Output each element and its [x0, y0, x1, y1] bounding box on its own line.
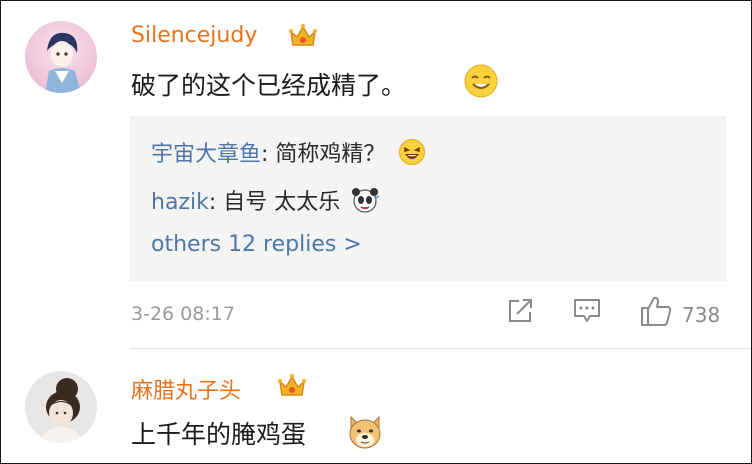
smile-emoji [464, 64, 498, 98]
comment-text: 破了的这个已经成精了。 [131, 71, 407, 100]
doge-emoji [349, 415, 381, 449]
reply-item[interactable]: hazik: 自号 太太乐 [151, 184, 381, 216]
more-replies-link[interactable]: others 12 replies > [151, 232, 362, 257]
like-count: 738 [682, 303, 721, 327]
comment-text: 上千年的腌鸡蛋 [131, 420, 307, 449]
share-icon[interactable] [505, 296, 535, 326]
reply-username[interactable]: 宇宙大章鱼 [151, 142, 261, 167]
reply-username[interactable]: hazik [151, 190, 209, 215]
laugh-emoji [399, 139, 426, 165]
reply-text: 自号 太太乐 [223, 190, 341, 215]
reply-item[interactable]: 宇宙大章鱼: 简称鸡精？ [151, 136, 426, 168]
crown-icon [278, 374, 306, 396]
comment-timestamp: 3-26 08:17 [131, 303, 235, 325]
comment-icon[interactable] [571, 296, 603, 326]
username[interactable]: Silencejudy [131, 23, 257, 48]
comment-feed: Silencejudy 破了的这个已经成精了。 宇宙大章鱼: 简称鸡精？ haz… [0, 0, 752, 464]
divider [130, 348, 751, 349]
panda-emoji [352, 188, 380, 213]
avatar[interactable] [25, 21, 97, 93]
thumbs-up-icon[interactable] [639, 294, 673, 328]
reply-text: 简称鸡精？ [275, 142, 386, 167]
reply-preview-box[interactable]: 宇宙大章鱼: 简称鸡精？ hazik: 自号 太太乐 others 12 rep… [130, 116, 726, 281]
avatar[interactable] [25, 371, 97, 443]
username[interactable]: 麻腊丸子头 [131, 373, 241, 405]
crown-icon [289, 24, 317, 46]
